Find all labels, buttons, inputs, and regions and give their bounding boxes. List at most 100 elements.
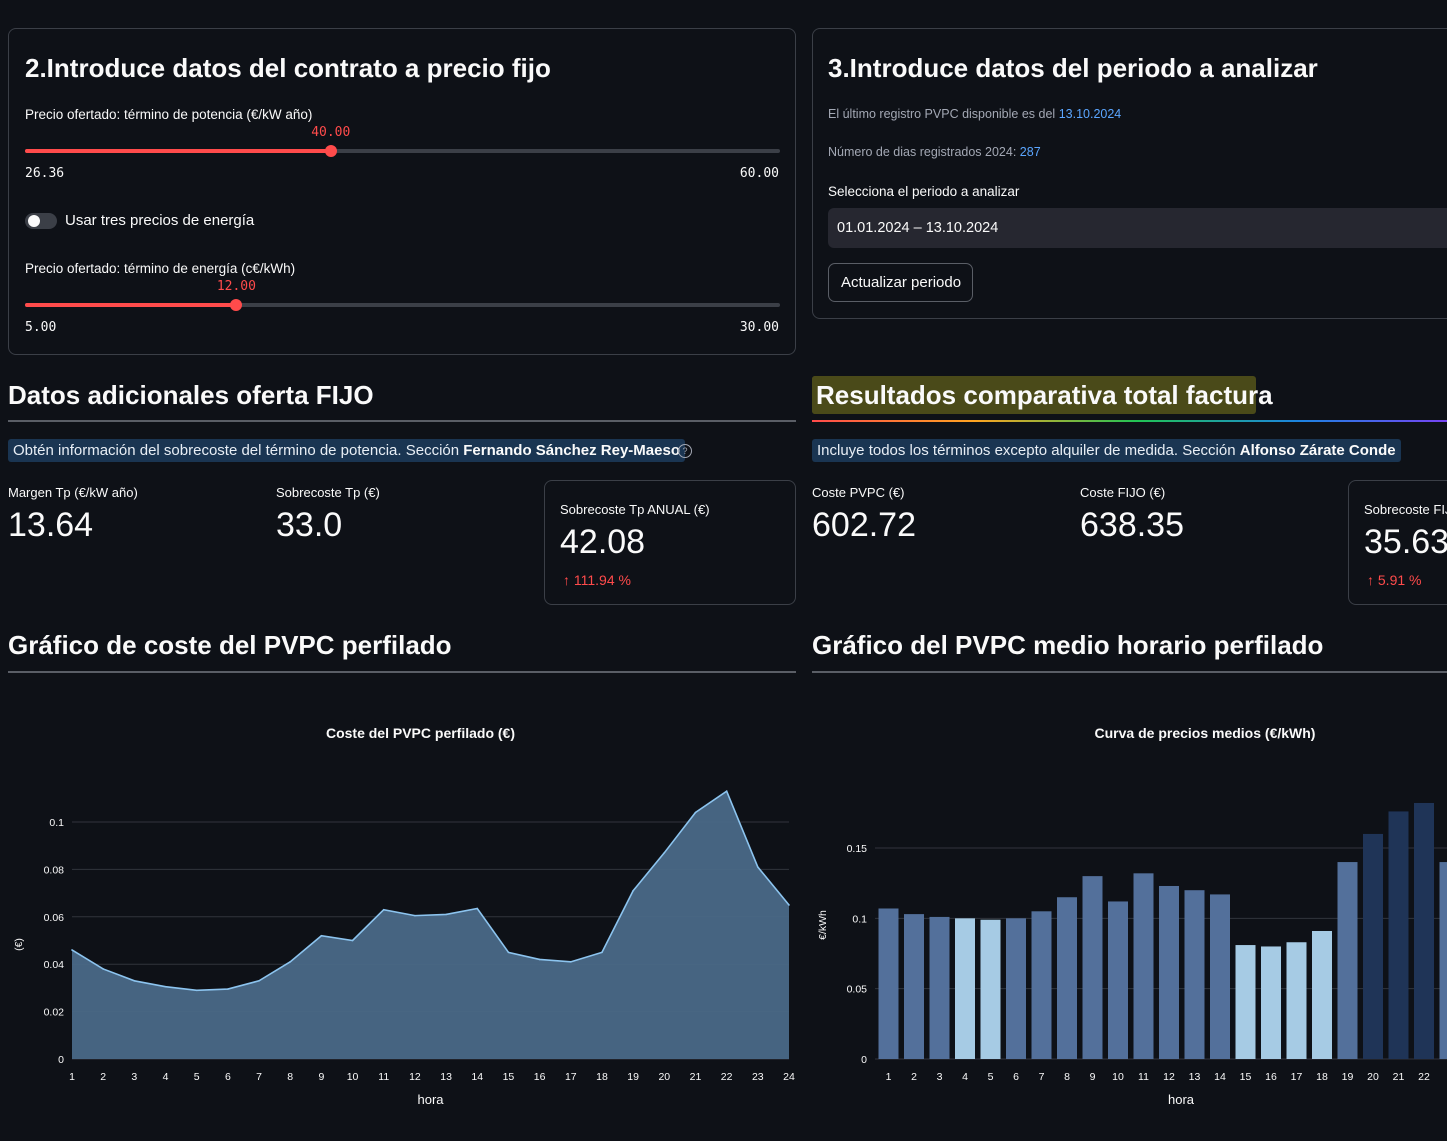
energy-price-slider-thumb[interactable] [230, 299, 243, 311]
data-point [788, 904, 790, 906]
bar [955, 918, 975, 1059]
delta-value: 111.94 % [573, 572, 631, 588]
y-tick-label: 0.04 [44, 959, 65, 971]
results-section-title: Resultados comparativa total factura [816, 380, 1273, 410]
data-point [414, 914, 416, 917]
cost-chart-divider [8, 671, 796, 673]
x-tick-label: 23 [752, 1071, 764, 1083]
power-price-slider-fill [25, 149, 331, 153]
bar [1031, 911, 1052, 1059]
x-tick-label: 6 [225, 1071, 231, 1083]
y-tick-label: 0.02 [44, 1007, 65, 1019]
power-price-slider[interactable]: 40.00 [25, 125, 780, 157]
period-panel-title: 3.Introduce datos del periodo a analizar [828, 53, 1318, 83]
cost-area-chart[interactable]: Coste del PVPC perfilado (€) 0 0.02 0.04 0.0… [0, 690, 800, 1130]
power-price-min: 26.36 [25, 166, 65, 181]
metric-value: 33.0 [276, 506, 343, 544]
bar [929, 916, 950, 1059]
bar [1261, 946, 1281, 1059]
card-metric-delta: ↑ 111.94 % [563, 572, 631, 588]
delta-value: 5.91 % [1377, 572, 1422, 588]
data-point [195, 989, 198, 992]
x-tick-label: 18 [1316, 1071, 1328, 1083]
power-price-max: 60.00 [739, 166, 779, 181]
bar [1184, 890, 1205, 1059]
data-point [445, 913, 447, 916]
fijo-info-text: Obtén información del sobrecoste del tér… [13, 442, 460, 459]
x-tick-label: 21 [690, 1071, 702, 1083]
data-point [133, 979, 136, 982]
three-prices-toggle[interactable] [25, 213, 57, 229]
x-tick-label: 3 [937, 1071, 943, 1083]
x-tick-label: 9 [318, 1071, 324, 1083]
metric-value: 13.64 [8, 506, 94, 544]
arrow-up-icon: ↑ [563, 572, 570, 588]
update-period-label: Actualizar periodo [841, 274, 962, 291]
period-date-input[interactable]: 01.01.2024 – 13.10.2024 [828, 208, 1447, 248]
data-point [382, 908, 385, 911]
x-tick-label: 16 [1265, 1071, 1277, 1083]
bar [1082, 876, 1103, 1059]
energy-price-slider[interactable]: 12.00 [25, 279, 780, 311]
data-point [538, 958, 541, 961]
help-icon[interactable]: ? [678, 444, 692, 458]
data-point [757, 866, 759, 868]
x-tick-label: 17 [565, 1071, 577, 1083]
energy-price-max: 30.00 [739, 320, 779, 335]
arrow-up-icon: ↑ [1367, 572, 1374, 588]
x-tick-label: 21 [1393, 1071, 1405, 1083]
period-panel: 3.Introduce datos del periodo a analizar… [812, 28, 1447, 319]
toggle-knob [28, 215, 40, 227]
price-bar-chart[interactable]: Curva de precios medios (€/kWh) 0 0.05 0.1 0… [804, 690, 1447, 1130]
bar [904, 914, 924, 1059]
update-period-button[interactable]: Actualizar periodo [828, 263, 973, 302]
x-tick-label: 14 [471, 1071, 483, 1083]
y-tick-label: 0.1 [852, 913, 867, 925]
x-tick-label: 1 [886, 1071, 892, 1083]
y-tick-label: 0.1 [49, 817, 64, 829]
bar [1108, 901, 1128, 1059]
three-prices-label: Usar tres precios de energía [65, 212, 255, 229]
price-chart-divider [812, 671, 1447, 673]
energy-price-value: 12.00 [216, 279, 256, 294]
period-select-label: Selecciona el periodo a analizar [828, 184, 1020, 199]
data-point [164, 985, 167, 988]
data-point [71, 949, 73, 951]
data-point [507, 951, 510, 954]
x-tick-label: 5 [988, 1071, 994, 1083]
y-tick-label: 0 [861, 1054, 867, 1066]
x-tick-label: 8 [287, 1071, 293, 1083]
y-tick-label: 0.15 [847, 843, 868, 855]
days-label: Número de dias registrados 2024: [828, 145, 1017, 159]
x-tick-label: 9 [1090, 1071, 1096, 1083]
data-point [694, 811, 697, 814]
data-point [351, 939, 354, 942]
price-chart-section-title: Gráfico del PVPC medio horario perfilado [812, 630, 1324, 660]
x-tick-label: 3 [131, 1071, 137, 1083]
data-point [476, 907, 479, 910]
x-tick-label: 7 [256, 1071, 262, 1083]
x-tick-label: 10 [1112, 1071, 1124, 1083]
x-tick-label: 5 [194, 1071, 200, 1083]
data-point [725, 790, 728, 792]
bar [1388, 811, 1409, 1059]
x-tick-label: 17 [1291, 1071, 1303, 1083]
x-axis-label: hora [417, 1092, 444, 1107]
y-tick-label: 0.05 [847, 984, 868, 996]
fijo-info-badge: Obtén información del sobrecoste del tér… [8, 439, 685, 462]
x-tick-label: 11 [378, 1071, 389, 1083]
card-metric-value: 42.08 [560, 523, 646, 561]
energy-price-slider-fill [25, 303, 237, 307]
x-tick-label: 22 [721, 1071, 733, 1083]
x-tick-label: 4 [962, 1071, 968, 1083]
x-tick-label: 7 [1039, 1071, 1045, 1083]
power-price-slider-thumb[interactable] [324, 145, 337, 157]
bar [1439, 862, 1447, 1059]
data-point [258, 979, 260, 982]
y-tick-label: 0.06 [44, 912, 65, 924]
x-tick-label: 11 [1138, 1071, 1149, 1083]
x-axis-label: hora [1168, 1092, 1195, 1107]
x-tick-label: 1 [69, 1071, 75, 1083]
last-record-date: 13.10.2024 [1058, 107, 1122, 121]
data-point [569, 961, 572, 963]
